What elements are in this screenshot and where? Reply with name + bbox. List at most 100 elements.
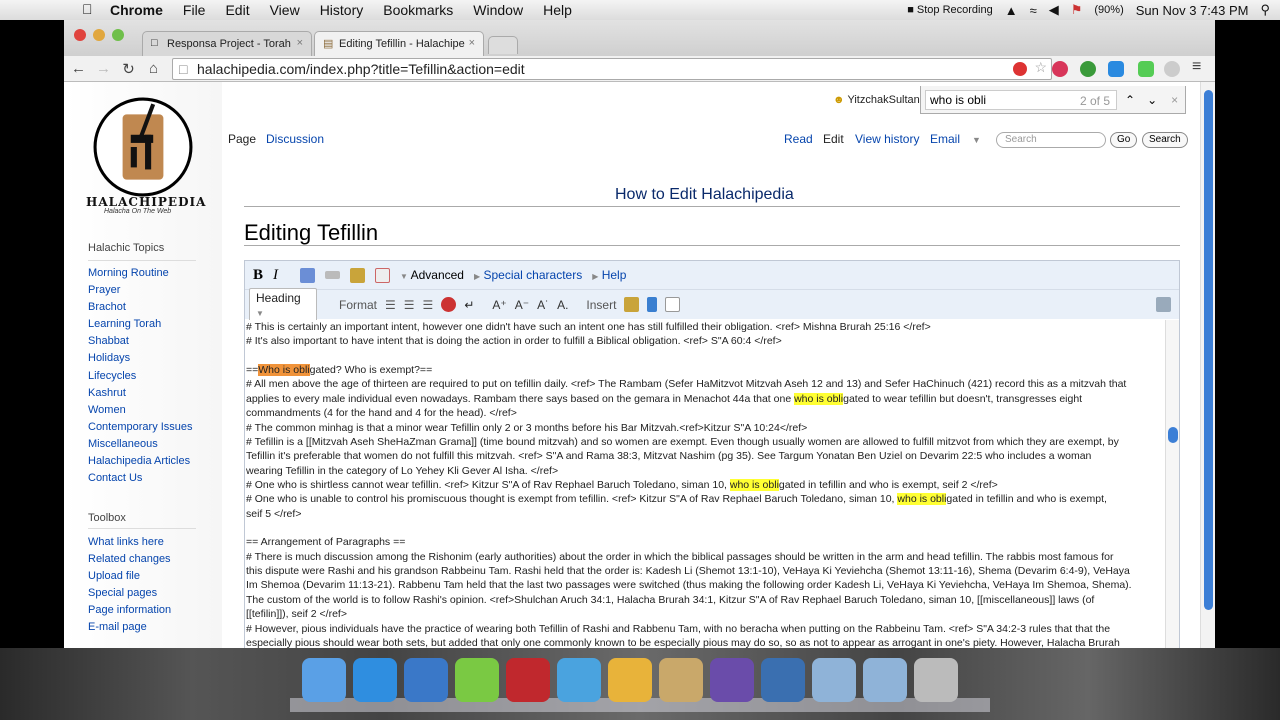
search-input[interactable]: Search <box>996 132 1106 148</box>
menu-history[interactable]: History <box>320 2 364 18</box>
volume-icon[interactable]: ◀ <box>1049 2 1059 18</box>
small-text-icon[interactable]: A⁻ <box>515 298 529 312</box>
trash-icon[interactable] <box>914 658 958 702</box>
search-button[interactable]: Search <box>1142 132 1188 148</box>
tab-editing-tefillin[interactable]: ▤ Editing Tefillin - Halachipe × <box>314 31 484 56</box>
bookmark-star-icon[interactable]: ☆ <box>1034 59 1047 76</box>
find-input[interactable]: who is obli 2 of 5 <box>925 89 1117 110</box>
stop-recording[interactable]: ■ Stop Recording <box>907 4 993 16</box>
menu-chrome[interactable]: Chrome <box>110 2 163 18</box>
go-button[interactable]: Go <box>1110 132 1138 148</box>
browser-icon[interactable] <box>761 658 805 702</box>
help-toggle[interactable]: ▶ Help <box>592 268 626 282</box>
clock[interactable]: Sun Nov 3 7:43 PM <box>1136 3 1249 18</box>
sidebar-item-holidays[interactable]: Holidays <box>88 350 193 367</box>
user-link[interactable]: ☻ YitzchakSultan <box>833 94 920 106</box>
italic-button[interactable]: I <box>273 267 278 284</box>
heading-select[interactable]: Heading ▼ <box>249 287 317 322</box>
flag-icon[interactable]: ⚑ <box>1071 2 1083 18</box>
more-actions-icon[interactable]: ▼ <box>972 135 981 145</box>
nowiki-icon[interactable] <box>441 297 457 312</box>
minimize-window-button[interactable] <box>93 29 105 41</box>
toolbox-item-upload-file[interactable]: Upload file <box>88 568 171 585</box>
chrome-icon[interactable] <box>608 658 652 702</box>
tab-email[interactable]: Email <box>930 132 960 146</box>
back-icon[interactable]: ← <box>66 60 91 77</box>
gallery-icon[interactable] <box>624 297 640 312</box>
extension-blue-icon[interactable] <box>1108 61 1124 77</box>
close-tab-icon[interactable]: × <box>297 37 303 49</box>
external-link-icon[interactable] <box>325 271 341 279</box>
textarea-scrollbar[interactable] <box>1165 320 1179 648</box>
signature-icon[interactable] <box>1156 297 1171 312</box>
tab-view-history[interactable]: View history <box>855 132 919 146</box>
find-close-icon[interactable]: × <box>1171 93 1178 107</box>
address-bar[interactable]: □ halachipedia.com/index.php?title=Tefil… <box>172 58 1052 80</box>
sidebar-item-lifecycles[interactable]: Lifecycles <box>88 368 193 385</box>
scrollbar-thumb[interactable] <box>1168 427 1178 443</box>
adblock-icon[interactable] <box>1013 62 1027 76</box>
line-break-icon[interactable]: ↵ <box>464 298 474 312</box>
forward-icon[interactable]: → <box>91 60 116 77</box>
how-to-edit-link[interactable]: How to Edit Halachipedia <box>615 186 794 204</box>
tab-discussion[interactable]: Discussion <box>266 132 324 146</box>
toolbox-item-e-mail-page[interactable]: E-mail page <box>88 619 171 636</box>
sidebar-item-learning-torah[interactable]: Learning Torah <box>88 316 193 333</box>
spotlight-icon[interactable]: ⚲ <box>1260 2 1270 18</box>
table-icon[interactable] <box>665 297 681 312</box>
new-tab-button[interactable] <box>488 36 518 54</box>
menu-view[interactable]: View <box>270 2 300 18</box>
extension-badge-icon[interactable] <box>1138 61 1154 77</box>
toolbox-item-special-pages[interactable]: Special pages <box>88 585 171 602</box>
sidebar-item-brachot[interactable]: Brachot <box>88 299 193 316</box>
extension-green-icon[interactable] <box>1080 61 1096 77</box>
sidebar-item-contact-us[interactable]: Contact Us <box>88 470 193 487</box>
sidebar-item-halachipedia-articles[interactable]: Halachipedia Articles <box>88 453 193 470</box>
numbered-list-icon[interactable]: ☰ <box>404 298 415 312</box>
home-icon[interactable]: ⌂ <box>141 60 166 77</box>
sidebar-item-morning-routine[interactable]: Morning Routine <box>88 265 193 282</box>
bird-icon[interactable] <box>557 658 601 702</box>
toolbox-item-related-changes[interactable]: Related changes <box>88 551 171 568</box>
bulleted-list-icon[interactable]: ☰ <box>385 298 396 312</box>
toolbox-item-what-links-here[interactable]: What links here <box>88 534 171 551</box>
embed-image-icon[interactable] <box>350 267 366 283</box>
tab-edit[interactable]: Edit <box>823 132 844 146</box>
menu-help[interactable]: Help <box>543 2 572 18</box>
menu-edit[interactable]: Edit <box>225 2 249 18</box>
big-text-icon[interactable]: A⁺ <box>492 298 506 312</box>
toolbox-item-page-information[interactable]: Page information <box>88 602 171 619</box>
close-tab-icon[interactable]: × <box>469 37 475 49</box>
eclipse-icon[interactable] <box>710 658 754 702</box>
word-icon[interactable] <box>404 658 448 702</box>
finder-icon[interactable] <box>302 658 346 702</box>
tab-responsa[interactable]: □ Responsa Project - Torah × <box>142 31 312 56</box>
menu-bookmarks[interactable]: Bookmarks <box>383 2 453 18</box>
book-icon[interactable] <box>659 658 703 702</box>
sidebar-item-women[interactable]: Women <box>88 402 193 419</box>
sidebar-item-contemporary-issues[interactable]: Contemporary Issues <box>88 419 193 436</box>
reference-icon[interactable] <box>375 267 391 283</box>
menu-window[interactable]: Window <box>473 2 523 18</box>
sidebar-item-shabbat[interactable]: Shabbat <box>88 333 193 350</box>
drive-icon[interactable]: ▲ <box>1005 3 1018 18</box>
phone-icon[interactable] <box>455 658 499 702</box>
tab-page[interactable]: Page <box>228 132 256 146</box>
menu-icon[interactable]: ≡ <box>1192 58 1201 76</box>
link-icon[interactable] <box>300 267 316 283</box>
halachipedia-logo[interactable] <box>92 96 194 198</box>
applications-folder-icon[interactable] <box>812 658 856 702</box>
indent-icon[interactable]: ☰ <box>423 298 434 312</box>
zoom-window-button[interactable] <box>112 29 124 41</box>
tab-read[interactable]: Read <box>784 132 813 146</box>
reload-icon[interactable]: ↻ <box>116 60 141 78</box>
menu-file[interactable]: File <box>183 2 206 18</box>
special-characters-toggle[interactable]: ▶ Special characters <box>474 268 582 282</box>
battery-status[interactable]: (90%) <box>1094 4 1123 16</box>
scrollbar-thumb[interactable] <box>1204 90 1213 610</box>
sidebar-item-kashrut[interactable]: Kashrut <box>88 385 193 402</box>
redirect-icon[interactable] <box>647 297 658 312</box>
extension-red-icon[interactable] <box>1052 61 1068 77</box>
apple-icon[interactable]:  <box>82 1 93 17</box>
sidebar-item-miscellaneous[interactable]: Miscellaneous <box>88 436 193 453</box>
